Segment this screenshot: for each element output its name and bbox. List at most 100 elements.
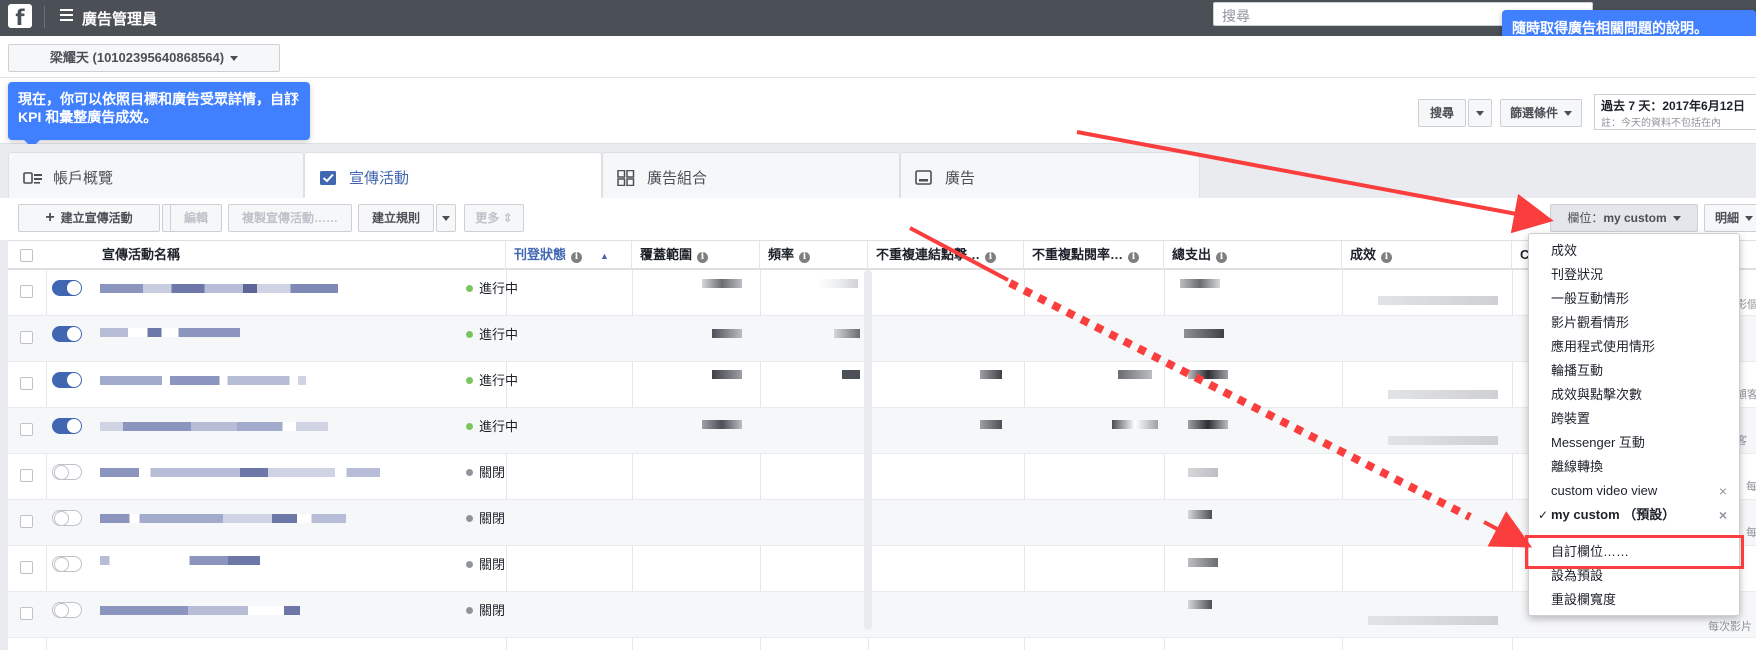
caret-down-icon (442, 216, 450, 222)
menu-item-delivery[interactable]: 刊登狀況 (1529, 263, 1739, 287)
topbar-divider (44, 6, 45, 28)
row-checkbox[interactable] (20, 377, 33, 390)
duplicate-campaign-button[interactable]: 複製宣傳活動…… (228, 204, 352, 232)
table-row[interactable]: 進行中 (8, 408, 1756, 454)
table-row[interactable]: 進行中 (8, 362, 1756, 408)
table-row[interactable]: 關閉 (8, 500, 1756, 546)
campaign-toggle[interactable] (52, 326, 82, 342)
row-checkbox[interactable] (20, 515, 33, 528)
close-icon[interactable]: × (1719, 479, 1727, 503)
info-icon[interactable]: i (1128, 252, 1140, 263)
more-button[interactable]: 更多 ⇕ (464, 204, 524, 232)
header-reach[interactable]: 覆蓋範圍 i (632, 241, 760, 269)
date-range-picker[interactable]: 過去 7 天：2017年6月12日 註：今天的資料不包括在內 (1594, 94, 1756, 130)
status-label: 進行中 (479, 281, 519, 296)
status-dot (466, 285, 473, 292)
more-label: 更多 (475, 211, 500, 225)
table-row[interactable]: 關閉 (8, 592, 1756, 638)
info-icon[interactable]: i (1216, 252, 1228, 263)
table-row[interactable]: 進行中 (8, 270, 1756, 316)
menu-item-engagement[interactable]: 一般互動情形 (1529, 287, 1739, 311)
table-row[interactable]: 關閉 (8, 454, 1756, 500)
menu-item-performance-clicks[interactable]: 成效與點擊次數 (1529, 383, 1739, 407)
table-row[interactable]: 進行中 (8, 316, 1756, 362)
edit-button[interactable]: 編輯 (170, 204, 222, 232)
campaign-toggle[interactable] (52, 602, 82, 618)
hamburger-menu-icon[interactable] (60, 9, 73, 23)
campaign-toggle[interactable] (52, 464, 82, 480)
info-icon[interactable]: i (799, 252, 811, 263)
menu-item-cross-device[interactable]: 跨裝置 (1529, 407, 1739, 431)
caret-down-icon (1745, 216, 1753, 222)
search-button[interactable]: 搜尋 (1418, 99, 1466, 127)
facebook-logo-icon[interactable]: f (8, 4, 32, 28)
row-checkbox[interactable] (20, 607, 33, 620)
menu-item-performance[interactable]: 成效 (1529, 239, 1739, 263)
menu-item-my-custom[interactable]: ✓ my custom （預設） × (1529, 503, 1739, 527)
menu-item-offline-conversions[interactable]: 離線轉換 (1529, 455, 1739, 479)
plus-icon: + (45, 209, 55, 226)
create-rule-button[interactable]: 建立規則 (358, 204, 434, 232)
redacted-value (1118, 370, 1152, 379)
columns-button[interactable]: 欄位：my custom (1550, 204, 1698, 232)
menu-item-video-engagement[interactable]: 影片觀看情形 (1529, 311, 1739, 335)
menu-item-carousel-engagement[interactable]: 輪播互動 (1529, 359, 1739, 383)
header-unique-link-clicks[interactable]: 不重複連結點擊… i (868, 241, 1024, 269)
header-label: 頻率 (768, 247, 795, 262)
info-icon[interactable]: i (571, 252, 583, 263)
header-campaign-name[interactable]: 宣傳活動名稱 (94, 241, 506, 269)
status-label: 進行中 (479, 327, 519, 342)
status-dot (466, 331, 473, 338)
rule-dropdown-button[interactable] (436, 204, 456, 232)
tab-ads[interactable]: 廣告 (900, 152, 1200, 198)
campaign-toggle[interactable] (52, 280, 82, 296)
close-icon[interactable]: × (1719, 503, 1727, 527)
status-label: 進行中 (479, 373, 519, 388)
table-row[interactable]: 關閉 (8, 546, 1756, 592)
menu-item-reset-column-widths[interactable]: 重設欄寬度 (1529, 588, 1739, 612)
menu-item-app-engagement[interactable]: 應用程式使用情形 (1529, 335, 1739, 359)
header-amount-spent[interactable]: 總支出 i (1164, 241, 1342, 269)
redacted-value (1378, 296, 1498, 305)
tab-ad-sets[interactable]: 廣告組合 (602, 152, 900, 198)
breakdown-button[interactable]: 明細 (1704, 204, 1756, 232)
campaign-toggle[interactable] (52, 510, 82, 526)
row-checkbox[interactable] (20, 285, 33, 298)
menu-item-custom-video-view[interactable]: custom video view × (1529, 479, 1739, 503)
info-icon[interactable]: i (697, 252, 709, 263)
check-icon: ✓ (1538, 508, 1549, 522)
tab-campaigns[interactable]: 宣傳活動 (304, 152, 602, 199)
header-delivery[interactable]: 刊登狀態 i ▲ (506, 241, 632, 269)
date-range-note: 註：今天的資料不包括在內 (1601, 118, 1721, 129)
create-campaign-button[interactable]: + 建立宣傳活動 (18, 204, 160, 232)
row-checkbox[interactable] (20, 423, 33, 436)
status-label: 關閉 (479, 557, 506, 572)
status-label: 關閉 (479, 465, 506, 480)
header-unique-ctr[interactable]: 不重複點閱率… i (1024, 241, 1164, 269)
row-checkbox[interactable] (20, 331, 33, 344)
search-dropdown-button[interactable] (1468, 99, 1492, 127)
close-icon[interactable]: × (291, 90, 300, 108)
vertical-scrollbar[interactable] (864, 270, 872, 630)
header-results[interactable]: 成效 i (1342, 241, 1512, 269)
info-icon[interactable]: i (985, 252, 997, 263)
delivery-status: 關閉 (466, 554, 505, 573)
filter-button[interactable]: 篩選條件 (1500, 99, 1582, 127)
select-all-checkbox[interactable] (20, 249, 33, 262)
cost-cell: 每 (1746, 481, 1756, 493)
row-checkbox[interactable] (20, 561, 33, 574)
redacted-value (712, 329, 742, 338)
row-checkbox[interactable] (20, 469, 33, 482)
columns-value: my custom (1603, 211, 1667, 225)
campaign-toggle[interactable] (52, 418, 82, 434)
app-title[interactable]: 廣告管理員 (82, 8, 157, 29)
account-selector[interactable]: 梁耀天 (10102395640868564) (8, 44, 280, 72)
info-icon[interactable]: i (1381, 252, 1393, 263)
account-bar: 梁耀天 (10102395640868564) (0, 36, 1756, 78)
header-frequency[interactable]: 頻率 i (760, 241, 868, 269)
campaign-toggle[interactable] (52, 556, 82, 572)
delivery-status: 進行中 (466, 278, 518, 297)
tab-account-overview[interactable]: 帳戶概覽 (8, 152, 304, 198)
campaign-toggle[interactable] (52, 372, 82, 388)
menu-item-messenger-engagement[interactable]: Messenger 互動 (1529, 431, 1739, 455)
